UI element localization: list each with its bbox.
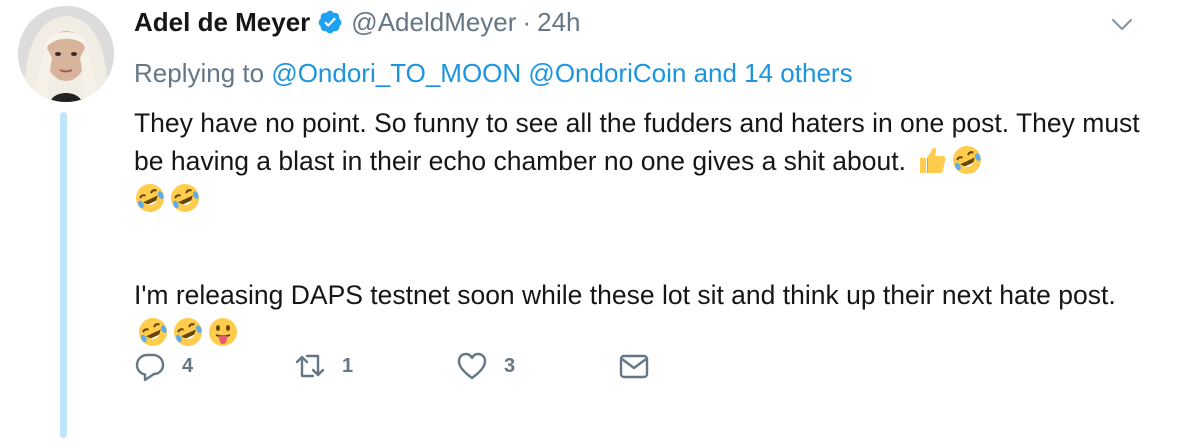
- verified-badge-icon: [317, 9, 343, 35]
- heart-icon: [457, 352, 487, 380]
- retweet-icon: [295, 354, 325, 378]
- direct-message-button[interactable]: [618, 350, 650, 382]
- tweet-paragraph-1-text: They have no point. So funny to see all …: [134, 108, 1140, 176]
- reply-button[interactable]: 4: [134, 350, 193, 382]
- avatar-photo: [18, 6, 114, 102]
- reply-count: 4: [182, 354, 194, 377]
- tweet-paragraph-2: I'm releasing DAPS testnet soon while th…: [134, 276, 1144, 352]
- tweet-paragraph-1: They have no point. So funny to see all …: [134, 104, 1144, 218]
- rolling-on-floor-laughing-emoji-icon: [172, 316, 204, 348]
- reply-icon: [135, 353, 165, 382]
- tweet-paragraph-2-text: I'm releasing DAPS testnet soon while th…: [134, 280, 1116, 310]
- envelope-icon: [619, 354, 649, 379]
- rolling-on-floor-laughing-emoji-icon: [137, 316, 169, 348]
- thumbs-up-emoji-icon: [916, 144, 948, 176]
- retweet-count: 1: [342, 354, 354, 377]
- author-name[interactable]: Adel de Meyer: [134, 7, 310, 38]
- replying-prefix: Replying to: [134, 58, 265, 88]
- tongue-out-emoji-icon: [207, 316, 239, 348]
- rolling-on-floor-laughing-emoji-icon: [169, 182, 201, 214]
- others-link[interactable]: and 14 others: [694, 58, 853, 88]
- mention-link[interactable]: @OndoriCoin: [528, 58, 686, 88]
- rolling-on-floor-laughing-emoji-icon: [951, 144, 983, 176]
- thread-connector-line: [60, 112, 67, 438]
- like-count: 3: [504, 354, 516, 377]
- mention-link[interactable]: @Ondori_TO_MOON: [271, 58, 521, 88]
- separator-dot: ·: [522, 6, 532, 37]
- author-handle[interactable]: @AdeldMeyer: [351, 7, 516, 38]
- avatar[interactable]: [18, 6, 114, 102]
- like-button[interactable]: 3: [456, 350, 515, 382]
- tweet-text: They have no point. So funny to see all …: [134, 104, 1144, 352]
- tweet-header: Adel de Meyer @AdeldMeyer · 24h: [134, 6, 581, 38]
- retweet-button[interactable]: 1: [294, 350, 353, 382]
- more-options-chevron-down-icon[interactable]: [1108, 10, 1136, 38]
- timestamp[interactable]: 24h: [537, 7, 580, 38]
- replying-to-line: Replying to @Ondori_TO_MOON @OndoriCoin …: [134, 58, 853, 89]
- rolling-on-floor-laughing-emoji-icon: [134, 182, 166, 214]
